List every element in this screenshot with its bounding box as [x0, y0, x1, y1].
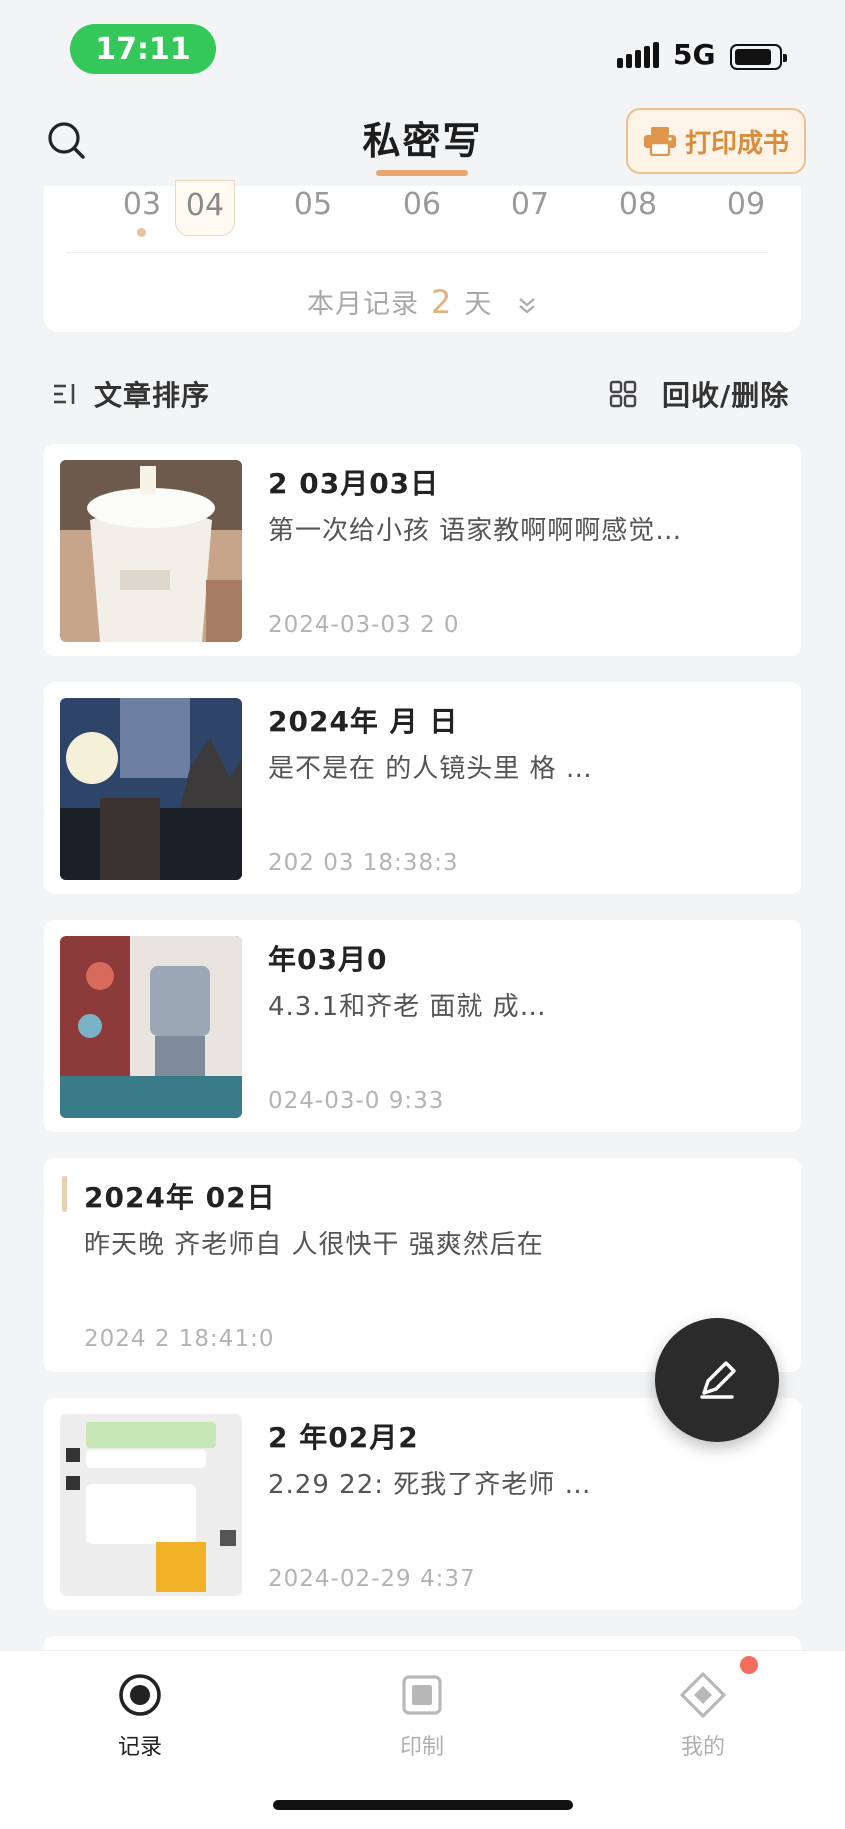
print-icon — [402, 1675, 442, 1715]
month-summary[interactable]: 本月记录 2 天 — [44, 282, 801, 321]
profile-diamond-icon — [680, 1672, 726, 1718]
print-book-button[interactable]: 打印成书 — [626, 108, 806, 174]
quote-bar — [62, 1176, 67, 1212]
date-cell[interactable]: 05 — [283, 180, 343, 236]
record-icon — [119, 1674, 161, 1716]
print-book-label: 打印成书 — [684, 128, 789, 159]
entry-title: 2024年 月 日 — [268, 705, 459, 738]
signal-icon — [617, 42, 659, 68]
entry-timestamp: 2024-02-29 4:37 — [268, 1566, 476, 1592]
sort-button[interactable]: 文章排序 — [52, 374, 210, 414]
month-summary-suffix: 天 — [464, 289, 493, 320]
sort-label: 文章排序 — [94, 379, 211, 412]
entry-excerpt: 第一次给小孩 语家教啊啊啊感觉… — [268, 516, 683, 546]
status-time: 17:11 — [70, 24, 216, 74]
chevron-double-down-icon — [519, 297, 535, 313]
date-strip: 03 04 05 06 07 08 09 — [44, 180, 801, 246]
tab-profile[interactable]: 我的 — [643, 1669, 763, 1761]
entry-excerpt: 昨天晚 齐老师自 人很快干 强爽然后在 — [84, 1230, 544, 1260]
entry-thumbnail — [60, 698, 242, 880]
entry-title: 2024年 02日 — [84, 1181, 276, 1214]
entry-thumbnail — [60, 460, 242, 642]
entry-title: 2 03月03日 — [268, 467, 440, 500]
status-bar: 17:11 5G — [0, 0, 845, 104]
date-cell-selected[interactable]: 04 — [175, 180, 235, 236]
entry-timestamp: 2024 2 18:41:0 — [84, 1326, 275, 1352]
recycle-delete-button[interactable]: 回收/删除 — [662, 374, 789, 414]
pen-icon — [700, 1361, 736, 1399]
entry-card[interactable]: 年03月0 4.3.1和齐老 面就 成… 024-03-0 9:33 — [44, 920, 801, 1132]
entry-title: 2 年02月2 — [268, 1421, 419, 1454]
printer-icon — [643, 127, 676, 156]
entry-timestamp: 2024-03-03 2 0 — [268, 612, 460, 638]
date-cell[interactable]: 09 — [716, 180, 776, 236]
tab-label: 印制 — [399, 1735, 444, 1760]
network-label: 5G — [673, 38, 716, 71]
grid-icon — [609, 380, 637, 408]
grid-view-button[interactable] — [609, 380, 637, 412]
battery-icon — [730, 44, 787, 70]
month-record-count: 2 — [431, 283, 453, 321]
entry-card[interactable]: 2 03月03日 第一次给小孩 语家教啊啊啊感觉… 2024-03-03 2 0 — [44, 444, 801, 656]
home-indicator — [273, 1800, 573, 1810]
app-header: 私密写 打印成书 — [0, 104, 845, 186]
tab-label: 我的 — [680, 1735, 725, 1760]
list-toolbar: 文章排序 回收/删除 — [0, 360, 845, 430]
entry-thumbnail — [60, 1414, 242, 1596]
tab-print[interactable]: 印制 — [362, 1669, 482, 1761]
entry-excerpt: 2.29 22: 死我了齐老师 … — [268, 1470, 592, 1500]
tab-label: 记录 — [117, 1735, 162, 1760]
month-summary-prefix: 本月记录 — [307, 289, 420, 320]
entry-card[interactable]: 2024年 月 日 是不是在 的人镜头里 格 … 202 03 18:38:3 — [44, 682, 801, 894]
record-dot — [137, 228, 146, 237]
entry-timestamp: 202 03 18:38:3 — [268, 850, 459, 876]
write-fab-button[interactable] — [655, 1318, 779, 1442]
date-cell[interactable]: 08 — [608, 180, 668, 236]
sort-lines-icon — [54, 384, 75, 404]
date-cell[interactable]: 06 — [392, 180, 452, 236]
tab-record[interactable]: 记录 — [80, 1669, 200, 1761]
entry-timestamp: 024-03-0 9:33 — [268, 1088, 445, 1114]
entry-excerpt: 是不是在 的人镜头里 格 … — [268, 754, 593, 784]
calendar-card: 03 04 05 06 07 08 09 本月记录 2 天 — [44, 180, 801, 332]
entry-title: 年03月0 — [268, 943, 388, 976]
date-cell[interactable]: 07 — [500, 180, 560, 236]
entry-thumbnail — [60, 936, 242, 1118]
title-underline — [376, 170, 468, 176]
entry-excerpt: 4.3.1和齐老 面就 成… — [268, 992, 547, 1022]
notification-badge — [740, 1656, 758, 1674]
divider — [66, 252, 769, 253]
